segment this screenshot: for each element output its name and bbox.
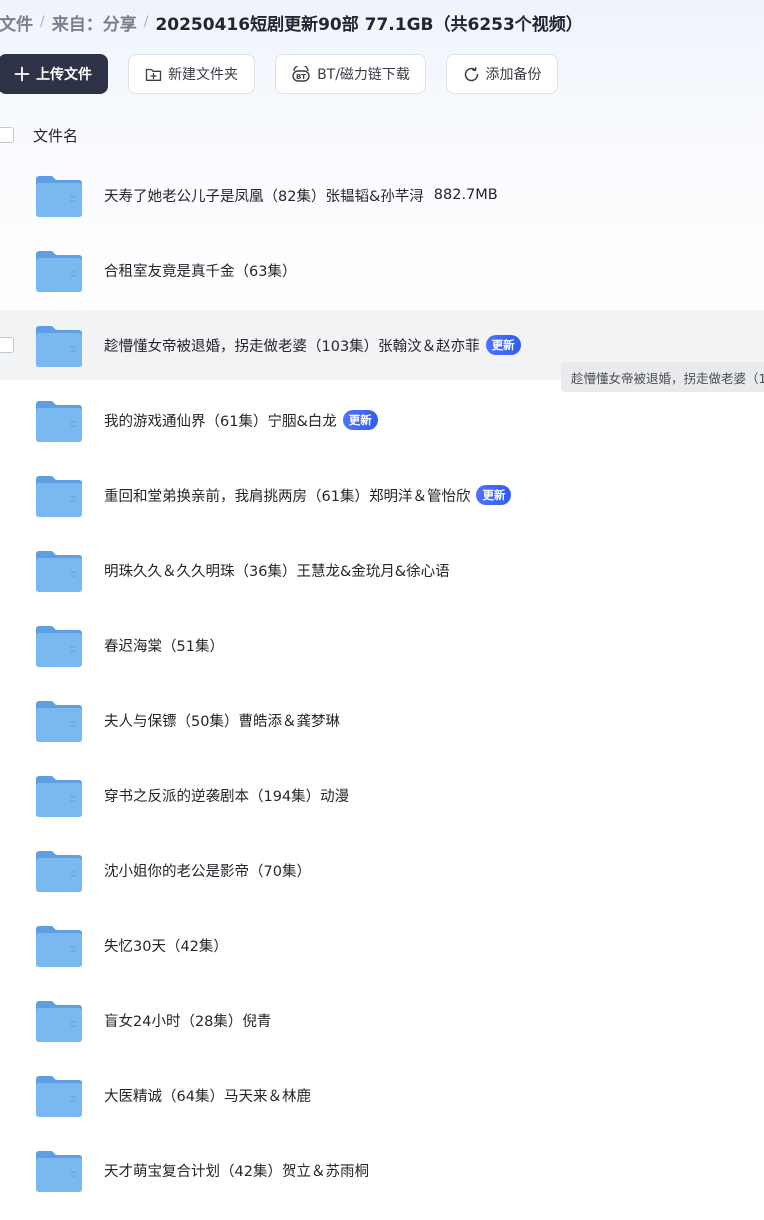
add-backup-label: 添加备份 [485, 67, 542, 83]
plus-icon [14, 66, 30, 82]
breadcrumb-separator: / [40, 14, 45, 30]
file-name[interactable]: 盲女24小时（28集）倪青 [104, 985, 271, 1055]
file-name-text: 趁懵懂女帝被退婚，拐走做老婆（103集）张翰汶＆赵亦菲 [104, 338, 480, 355]
file-name-text: 天寿了她老公儿子是凤凰（82集）张韫韬&孙芊浔 [104, 188, 424, 205]
sync-icon [464, 66, 478, 81]
new-folder-button[interactable]: 新建文件夹 [128, 54, 255, 94]
file-name-text: 穿书之反派的逆袭剧本（194集）动漫 [104, 788, 350, 805]
upload-button-label: 上传文件 [36, 67, 92, 83]
file-name[interactable]: 合租室友竟是真千金（63集） [104, 235, 296, 305]
file-name-text: 我的游戏通仙界（61集）宁胭&白龙 [104, 413, 337, 430]
folder-plus-icon [145, 68, 162, 81]
file-name-text: 明珠久久＆久久明珠（36集）王慧龙&金玧月&徐心语 [104, 563, 450, 580]
column-header-filename[interactable]: 文件名 [33, 125, 78, 146]
folder-icon [36, 700, 82, 742]
new-folder-button-label: 新建文件夹 [168, 67, 238, 83]
file-size: 882.7MB [433, 187, 498, 203]
file-row[interactable]: 明珠久久＆久久明珠（36集）王慧龙&金玧月&徐心语 [0, 535, 764, 605]
file-name-text: 重回和堂弟换亲前，我肩挑两房（61集）郑明洋＆管怡欣 [104, 488, 471, 505]
file-name-text: 夫人与保镖（50集）曹皓添＆龚梦琳 [104, 713, 340, 730]
list-header: 文件名 [0, 118, 764, 152]
update-badge: 更新 [485, 335, 521, 355]
file-row[interactable]: 夫人与保镖（50集）曹皓添＆龚梦琳 [0, 685, 764, 755]
file-name-text: 沈小姐你的老公是影帝（70集） [104, 863, 311, 880]
breadcrumb-current-folder: 20250416短剧更新90部 77.1GB（共6253个视频） [155, 14, 583, 35]
file-name[interactable]: 明珠久久＆久久明珠（36集）王慧龙&金玧月&徐心语 [104, 535, 450, 605]
file-name-text: 天才萌宝复合计划（42集）贺立＆苏雨桐 [104, 1163, 369, 1180]
folder-icon [36, 1000, 82, 1042]
folder-icon [36, 550, 82, 592]
folder-icon [36, 325, 82, 367]
file-name[interactable]: 天才萌宝复合计划（42集）贺立＆苏雨桐 [104, 1135, 369, 1205]
file-name[interactable]: 穿书之反派的逆袭剧本（194集）动漫 [104, 760, 349, 830]
file-name[interactable]: 重回和堂弟换亲前，我肩挑两房（61集）郑明洋＆管怡欣 更新 [104, 460, 512, 530]
row-checkbox[interactable] [0, 337, 14, 353]
folder-icon [36, 1075, 82, 1117]
file-name[interactable]: 我的游戏通仙界（61集）宁胭&白龙 更新 [104, 385, 378, 455]
file-row[interactable]: 盲女24小时（28集）倪青 [0, 985, 764, 1055]
update-badge: 更新 [342, 410, 378, 430]
bt-icon: BT [292, 66, 310, 82]
file-row[interactable]: 大医精诚（64集）马天来＆林鹿 [0, 1060, 764, 1130]
filename-tooltip: 趁懵懂女帝被退婚，拐走做老婆（1 [561, 362, 764, 392]
breadcrumb-files[interactable]: 文件 [0, 10, 33, 35]
file-name[interactable]: 大医精诚（64集）马天来＆林鹿 [104, 1060, 311, 1130]
file-row[interactable]: 沈小姐你的老公是影帝（70集） [0, 835, 764, 905]
file-name[interactable]: 沈小姐你的老公是影帝（70集） [104, 835, 311, 905]
folder-icon [36, 925, 82, 967]
update-badge: 更新 [476, 485, 512, 505]
file-row[interactable]: 我的游戏通仙界（61集）宁胭&白龙 更新 [0, 385, 764, 455]
file-row[interactable]: 重回和堂弟换亲前，我肩挑两房（61集）郑明洋＆管怡欣 更新 [0, 460, 764, 530]
bt-magnet-download-button[interactable]: BT BT/磁力链下载 [275, 54, 426, 94]
file-name-text: 盲女24小时（28集）倪青 [104, 1013, 272, 1030]
file-name-text: 大医精诚（64集）马天来＆林鹿 [104, 1088, 311, 1105]
file-row[interactable]: 天才萌宝复合计划（42集）贺立＆苏雨桐 [0, 1135, 764, 1205]
select-all-checkbox[interactable] [0, 127, 14, 143]
folder-icon [36, 1150, 82, 1192]
toolbar: 上传文件 新建文件夹 BT BT/磁力链下载 添加备份 [0, 54, 764, 94]
folder-icon [36, 250, 82, 292]
folder-icon [36, 175, 82, 217]
file-row[interactable]: 春迟海棠（51集） [0, 610, 764, 680]
folder-icon [36, 400, 82, 442]
breadcrumb-separator: / [143, 14, 149, 30]
breadcrumb-from-share[interactable]: 来自：分享 [52, 10, 137, 35]
file-name[interactable]: 趁懵懂女帝被退婚，拐走做老婆（103集）张翰汶＆赵亦菲 更新 [104, 310, 521, 380]
file-name[interactable]: 失忆30天（42集） [104, 910, 228, 980]
upload-button[interactable]: 上传文件 [0, 54, 108, 94]
tooltip-text: 趁懵懂女帝被退婚，拐走做老婆（1 [571, 370, 764, 386]
folder-icon [36, 775, 82, 817]
folder-icon [36, 475, 82, 517]
folder-icon [36, 850, 82, 892]
file-row[interactable]: 穿书之反派的逆袭剧本（194集）动漫 [0, 760, 764, 830]
folder-icon [36, 625, 82, 667]
file-name[interactable]: 天寿了她老公儿子是凤凰（82集）张韫韬&孙芊浔 882.7MB [104, 160, 498, 230]
file-row[interactable]: 合租室友竟是真千金（63集） [0, 235, 764, 305]
bt-magnet-download-label: BT/磁力链下载 [317, 67, 410, 83]
file-name-text: 春迟海棠（51集） [104, 638, 224, 655]
file-row[interactable]: 天寿了她老公儿子是凤凰（82集）张韫韬&孙芊浔 882.7MB [0, 160, 764, 230]
file-name[interactable]: 夫人与保镖（50集）曹皓添＆龚梦琳 [104, 685, 340, 755]
svg-text:BT: BT [296, 73, 306, 81]
add-backup-button[interactable]: 添加备份 [446, 54, 558, 94]
file-name[interactable]: 春迟海棠（51集） [104, 610, 224, 680]
file-row[interactable]: 失忆30天（42集） [0, 910, 764, 980]
file-name-text: 合租室友竟是真千金（63集） [104, 263, 297, 280]
file-name-text: 失忆30天（42集） [104, 938, 228, 955]
breadcrumb: 文件 / 来自：分享 / 20250416短剧更新90部 77.1GB（共625… [0, 10, 583, 35]
